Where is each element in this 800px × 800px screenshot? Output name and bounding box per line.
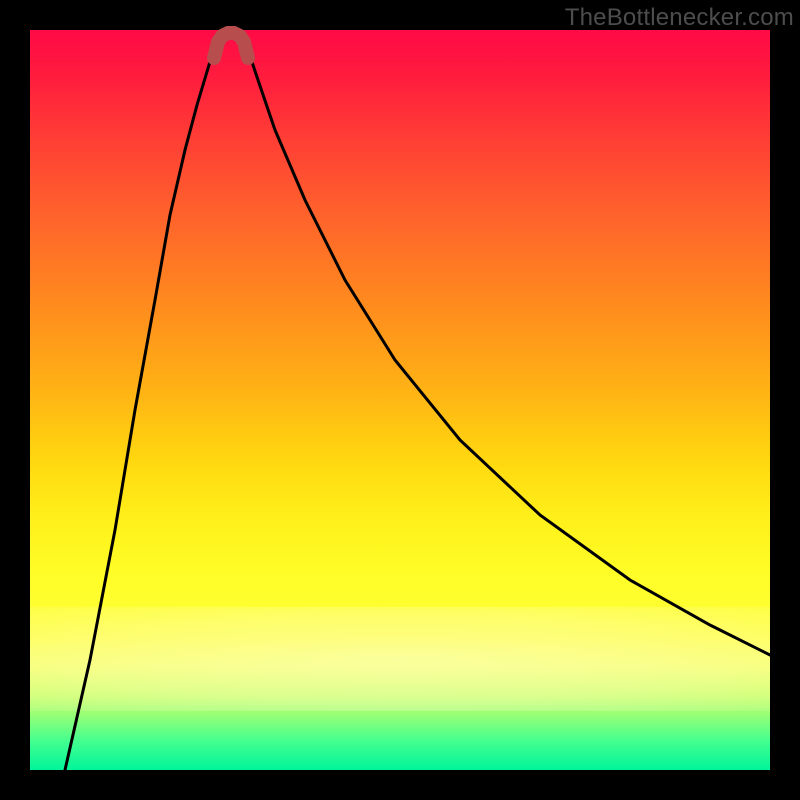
- u-marker: [214, 33, 248, 58]
- left-curve-line: [65, 32, 220, 770]
- watermark-text: TheBottlenecker.com: [565, 4, 794, 32]
- right-curve-line: [242, 32, 770, 655]
- chart-svg: [30, 30, 770, 770]
- chart-plot-area: [30, 30, 770, 770]
